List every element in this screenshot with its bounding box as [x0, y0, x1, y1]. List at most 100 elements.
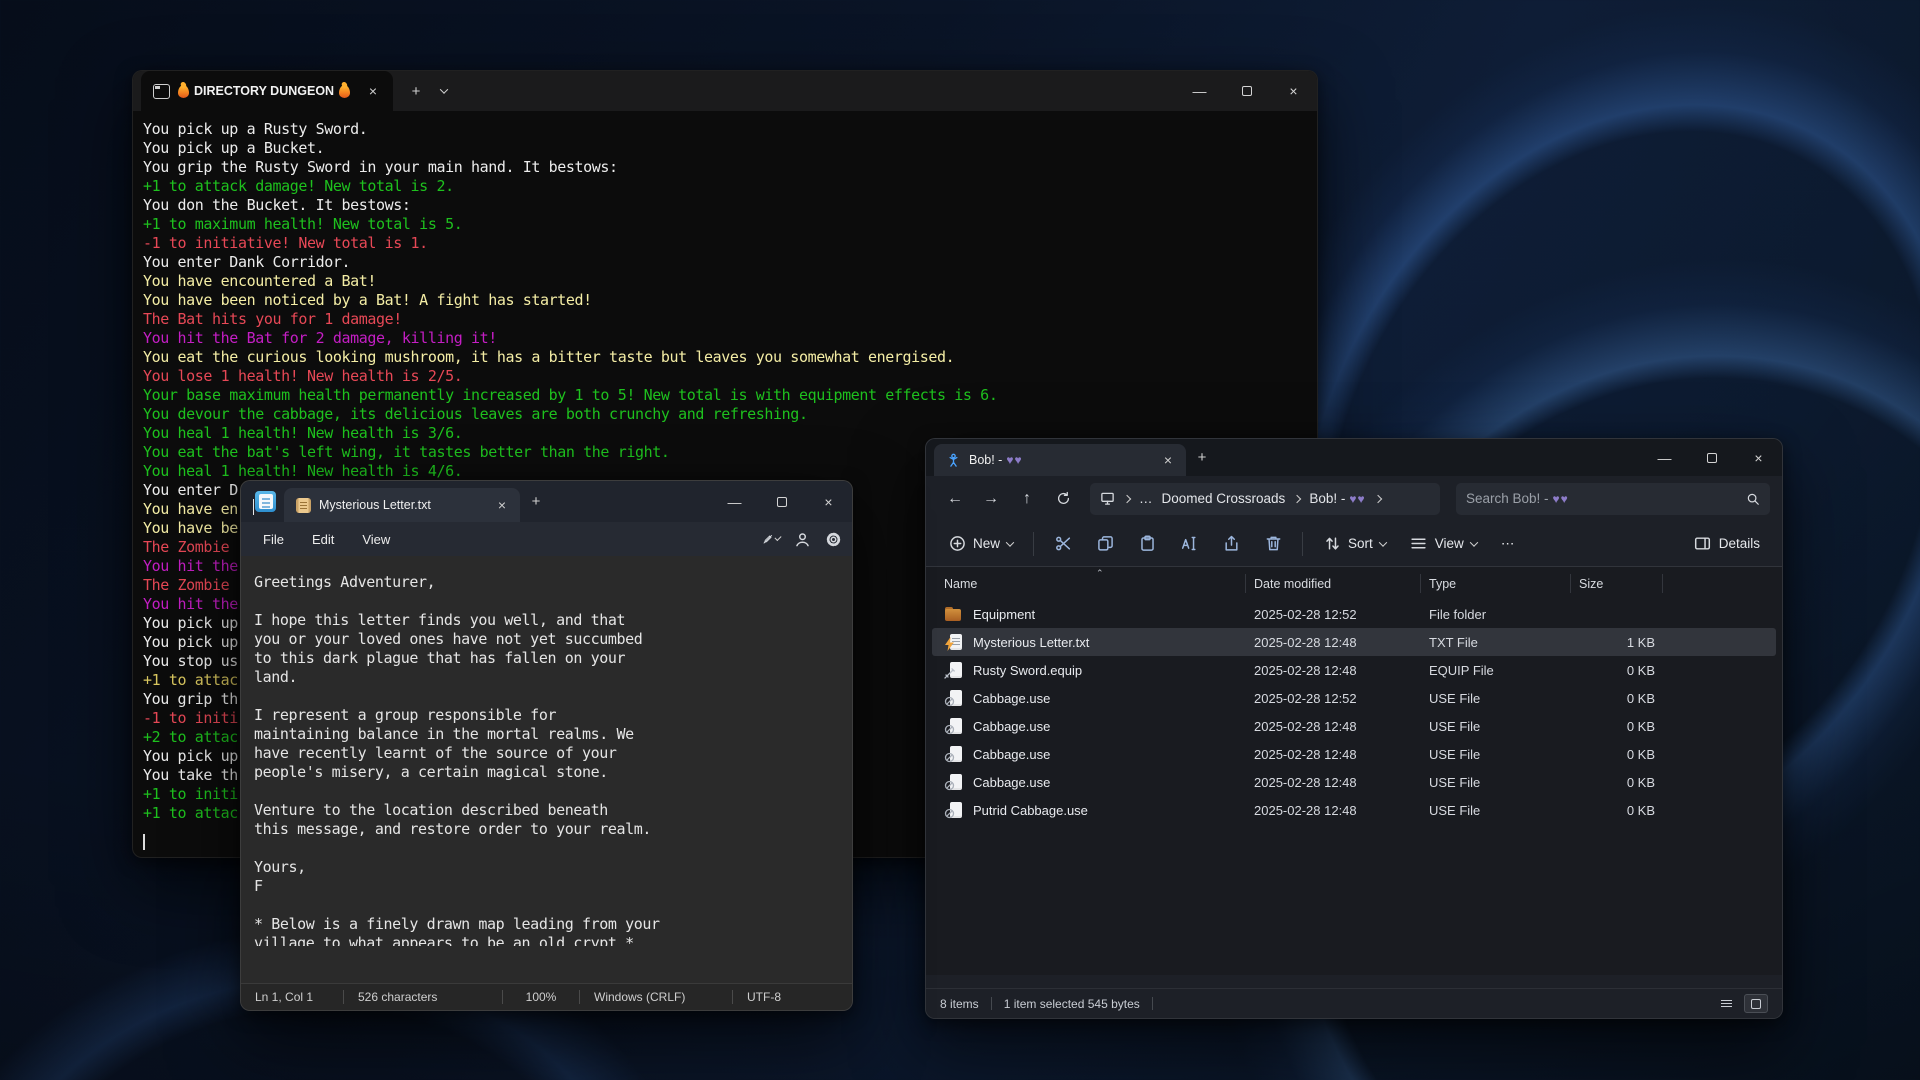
file-list-panel: ⌃ Name Date modified Type Size Equipment… [926, 567, 1782, 975]
notepad-text-area[interactable]: Greetings Adventurer, I hope this letter… [241, 556, 852, 946]
use-file-icon [944, 690, 964, 707]
terminal-caret [143, 834, 145, 850]
account-button[interactable] [794, 531, 811, 548]
refresh-button[interactable] [1046, 483, 1080, 515]
forward-button[interactable]: → [974, 483, 1008, 515]
encoding[interactable]: UTF-8 [733, 984, 795, 1010]
maximize-button[interactable] [758, 481, 805, 522]
minimize-button[interactable]: — [1641, 439, 1688, 476]
terminal-line: +1 to maximum health! New total is 5. [143, 215, 1307, 234]
search-icon [1746, 492, 1760, 506]
terminal-tab[interactable]: DIRECTORY DUNGEON × [141, 71, 393, 111]
maximize-button[interactable] [1223, 71, 1270, 111]
toolbar-divider [1033, 532, 1034, 556]
copy-icon [1097, 535, 1114, 552]
rename-icon [1181, 535, 1198, 552]
sort-button[interactable]: Sort [1313, 528, 1396, 560]
paste-button[interactable] [1128, 528, 1166, 560]
file-row[interactable]: Rusty Sword.equip2025-02-28 12:48EQUIP F… [932, 656, 1776, 684]
file-row[interactable]: Cabbage.use2025-02-28 12:48USE File0 KB [932, 768, 1776, 796]
cut-button[interactable] [1044, 528, 1082, 560]
paste-icon [1139, 535, 1156, 552]
rename-button[interactable] [1170, 528, 1208, 560]
file-date: 2025-02-28 12:52 [1254, 607, 1429, 622]
status-divider [991, 997, 992, 1010]
file-date: 2025-02-28 12:48 [1254, 747, 1429, 762]
file-type: USE File [1429, 719, 1579, 734]
delete-button[interactable] [1254, 528, 1292, 560]
maximize-button[interactable] [1688, 439, 1735, 476]
file-size: 0 KB [1579, 663, 1671, 678]
file-row[interactable]: Cabbage.use2025-02-28 12:48USE File0 KB [932, 712, 1776, 740]
use-badge-icon [944, 724, 955, 735]
search-input[interactable]: Search Bob! - ♥♥ [1456, 483, 1770, 515]
notepad-caption-buttons: — × [711, 481, 852, 522]
selection-info: 1 item selected 545 bytes [1004, 997, 1140, 1011]
terminal-app-icon [153, 84, 170, 99]
menu-edit[interactable]: Edit [300, 527, 346, 552]
column-header-type[interactable]: Type [1429, 567, 1579, 600]
zoom-level[interactable]: 100% [503, 984, 579, 1010]
close-button[interactable]: × [1735, 439, 1782, 476]
back-button[interactable]: ← [938, 483, 972, 515]
column-header-date[interactable]: Date modified [1254, 567, 1429, 600]
file-row[interactable]: Cabbage.use2025-02-28 12:52USE File0 KB [932, 684, 1776, 712]
large-icons-view-toggle[interactable] [1744, 994, 1768, 1013]
rewrite-pen-button[interactable] [763, 531, 780, 548]
cut-icon [1055, 535, 1072, 552]
close-button[interactable]: × [805, 481, 852, 522]
more-options-button[interactable]: ⋯ [1491, 529, 1525, 559]
line-ending: Windows (CRLF) [580, 984, 732, 1010]
breadcrumb-ellipsis[interactable]: … [1139, 491, 1153, 506]
tab-dropdown-button[interactable] [431, 77, 457, 105]
minimize-button[interactable]: — [711, 481, 758, 522]
menu-view[interactable]: View [350, 527, 402, 552]
terminal-line: You devour the cabbage, its delicious le… [143, 405, 1307, 424]
file-type: USE File [1429, 775, 1579, 790]
tab-close-icon[interactable]: × [363, 81, 383, 101]
minimize-button[interactable]: — [1176, 71, 1223, 111]
tab-close-icon[interactable]: × [492, 495, 512, 515]
file-type: File folder [1429, 607, 1579, 622]
flame-icon [339, 85, 350, 98]
breadcrumb-current[interactable]: Bob! - ♥♥ [1309, 491, 1365, 506]
new-tab-button[interactable]: + [401, 77, 431, 105]
address-field[interactable]: … Doomed Crossroads Bob! - ♥♥ [1090, 483, 1440, 515]
file-name: Equipment [973, 607, 1035, 622]
notepad-title-bar: Mysterious Letter.txt × + — × [241, 481, 852, 522]
explorer-tab-title: Bob! - ♥♥ [969, 453, 1023, 467]
terminal-caption-buttons: — × [1176, 71, 1317, 111]
column-header-name[interactable]: Name [944, 567, 1254, 600]
use-file-icon [944, 774, 964, 791]
new-button[interactable]: New [938, 528, 1023, 560]
details-pane-button[interactable]: Details [1684, 528, 1770, 560]
file-row[interactable]: Putrid Cabbage.use2025-02-28 12:48USE Fi… [932, 796, 1776, 824]
terminal-line: You pick up a Bucket. [143, 139, 1307, 158]
tab-close-icon[interactable]: × [1158, 450, 1178, 470]
file-row[interactable]: Mysterious Letter.txt2025-02-28 12:48TXT… [932, 628, 1776, 656]
file-name: Cabbage.use [973, 719, 1050, 734]
up-button[interactable]: ↑ [1010, 483, 1044, 515]
folder-icon [944, 606, 964, 623]
copy-button[interactable] [1086, 528, 1124, 560]
view-button[interactable]: View [1400, 528, 1487, 560]
terminal-line: You enter Dank Corridor. [143, 253, 1307, 272]
new-tab-button[interactable]: + [520, 481, 552, 522]
explorer-tab[interactable]: Bob! - ♥♥ × [934, 444, 1186, 476]
breadcrumb-parent[interactable]: Doomed Crossroads [1162, 491, 1286, 506]
file-date: 2025-02-28 12:52 [1254, 691, 1429, 706]
settings-button[interactable] [825, 531, 842, 548]
folder-person-icon [946, 453, 961, 468]
details-view-toggle[interactable] [1714, 994, 1738, 1013]
share-button[interactable] [1212, 528, 1250, 560]
close-button[interactable]: × [1270, 71, 1317, 111]
view-icon [1410, 535, 1427, 552]
file-row[interactable]: Equipment 2025-02-28 12:52File folder [932, 600, 1776, 628]
menu-file[interactable]: File [251, 527, 296, 552]
column-header-size[interactable]: Size [1579, 567, 1671, 600]
text-caret [253, 499, 254, 515]
notepad-tab[interactable]: Mysterious Letter.txt × [284, 488, 520, 522]
new-tab-button[interactable]: + [1186, 439, 1218, 476]
file-row[interactable]: Cabbage.use2025-02-28 12:48USE File0 KB [932, 740, 1776, 768]
terminal-line: You don the Bucket. It bestows: [143, 196, 1307, 215]
